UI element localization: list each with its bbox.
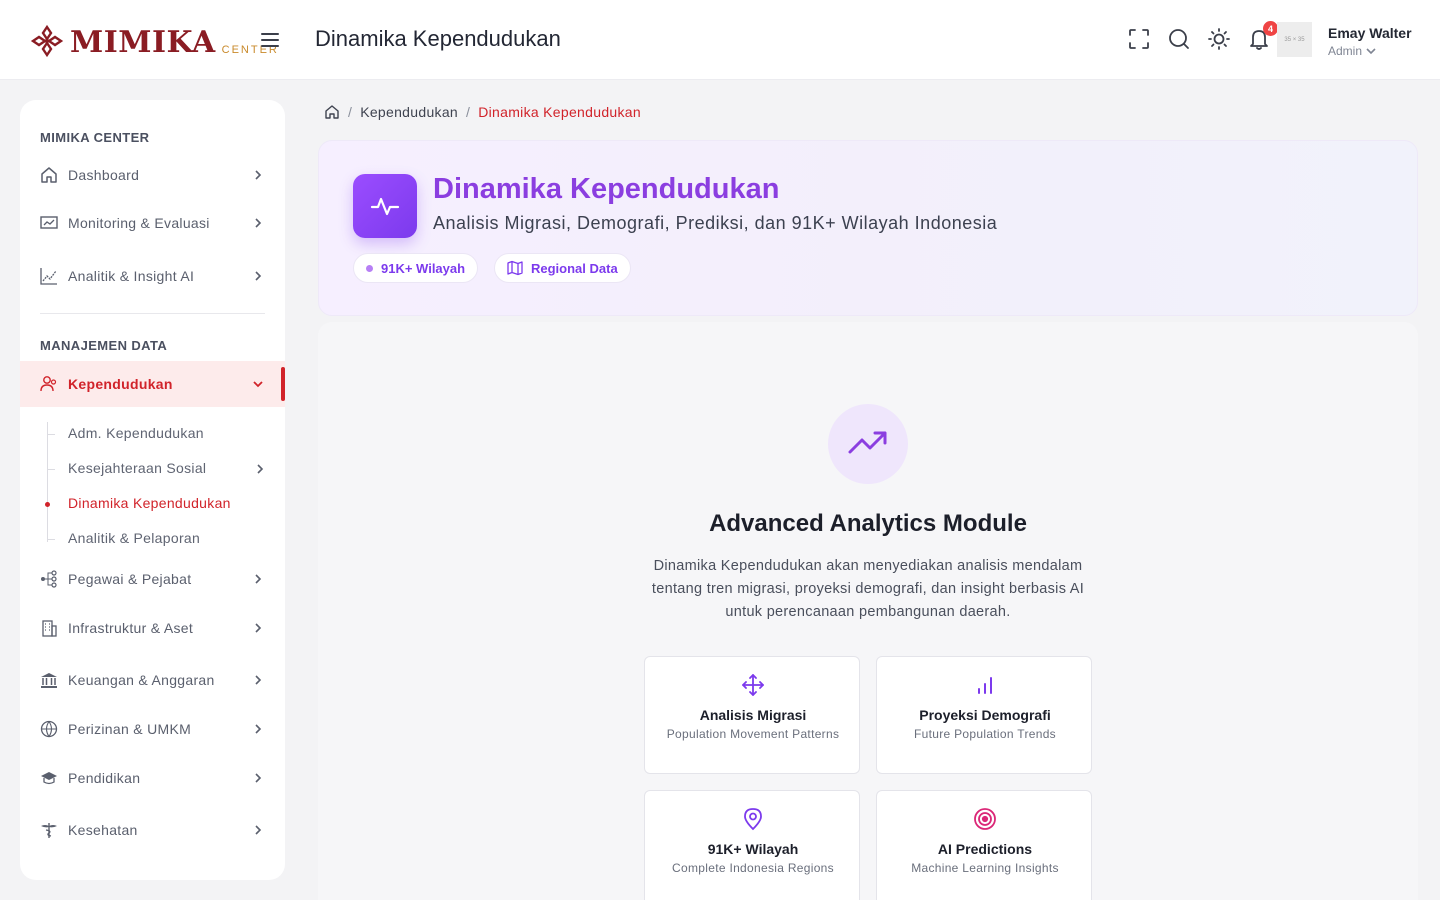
target-icon xyxy=(974,808,996,830)
map-icon xyxy=(507,260,523,276)
user-menu[interactable]: Emay Walter Admin xyxy=(1328,25,1412,58)
chevron-right-icon xyxy=(255,773,262,783)
chevron-down-icon xyxy=(1366,48,1376,55)
sidebar-item-pendidikan[interactable]: Pendidikan xyxy=(20,755,285,801)
submenu-tree-line xyxy=(47,422,48,542)
map-pin-icon xyxy=(744,808,762,831)
chevron-right-icon xyxy=(255,623,262,633)
line-chart-icon xyxy=(40,268,57,285)
monitor-chart-icon xyxy=(40,216,58,229)
sidebar-item-kesehatan[interactable]: Kesehatan xyxy=(20,807,285,853)
avatar[interactable]: 35 × 35 xyxy=(1277,22,1312,57)
sidebar-item-perizinan[interactable]: Perizinan & UMKM xyxy=(20,706,285,752)
feature-title: Proyeksi Demografi xyxy=(919,707,1051,723)
org-tree-icon xyxy=(41,570,57,588)
theme-sun-icon[interactable] xyxy=(1208,27,1230,51)
pill-dot xyxy=(366,264,373,272)
pill-regional-data: Regional Data xyxy=(494,253,631,283)
top-header: MIMIKA CENTER Dinamika Kependudukan 4 35… xyxy=(0,0,1440,80)
submenu-item-adm-kependudukan[interactable]: Adm. Kependudukan xyxy=(68,425,204,441)
sidebar: MIMIKA CENTER Dashboard Monitoring & Eva… xyxy=(20,100,285,880)
breadcrumb-separator: / xyxy=(348,104,353,120)
chevron-right-icon xyxy=(257,464,264,474)
home-icon xyxy=(41,167,57,183)
breadcrumb-separator: / xyxy=(466,104,471,120)
pill-wilayah: 91K+ Wilayah xyxy=(353,253,479,283)
feature-subtitle: Future Population Trends xyxy=(914,727,1056,741)
logo-text: MIMIKA xyxy=(70,25,216,60)
hero-activity-icon xyxy=(353,174,417,238)
hamburger-menu-icon[interactable] xyxy=(260,30,280,50)
bar-chart-icon xyxy=(978,677,992,694)
building-icon xyxy=(42,620,57,637)
submenu-tick xyxy=(47,434,55,435)
active-submenu-dot xyxy=(45,502,50,507)
section-title-mimika-center: MIMIKA CENTER xyxy=(40,130,150,145)
chevron-right-icon xyxy=(255,271,262,281)
notification-button[interactable]: 4 xyxy=(1248,21,1278,51)
bank-icon xyxy=(41,673,57,688)
sidebar-item-keuangan[interactable]: Keuangan & Anggaran xyxy=(20,657,285,703)
feature-card-wilayah[interactable]: 91K+ Wilayah Complete Indonesia Regions xyxy=(644,790,860,900)
feature-subtitle: Population Movement Patterns xyxy=(666,727,840,741)
chevron-right-icon xyxy=(255,574,262,584)
chevron-right-icon xyxy=(255,724,262,734)
user-name: Emay Walter xyxy=(1328,25,1412,41)
search-icon[interactable] xyxy=(1168,27,1190,51)
caduceus-icon xyxy=(41,823,57,838)
feature-card-analisis-migrasi[interactable]: Analisis Migrasi Population Movement Pat… xyxy=(644,656,860,774)
feature-title: 91K+ Wilayah xyxy=(707,841,799,857)
hero-title: Dinamika Kependudukan xyxy=(433,173,780,205)
hero-subtitle: Analisis Migrasi, Demografi, Prediksi, d… xyxy=(433,213,998,233)
feature-subtitle: Complete Indonesia Regions xyxy=(672,861,834,875)
mimika-logo[interactable]: MIMIKA CENTER xyxy=(30,22,279,58)
sidebar-item-analitik-insight[interactable]: Analitik & Insight AI xyxy=(20,253,285,299)
fullscreen-icon[interactable] xyxy=(1128,27,1150,51)
module-title: Advanced Analytics Module xyxy=(709,510,1027,537)
sidebar-item-dashboard[interactable]: Dashboard xyxy=(20,152,285,198)
section-title-manajemen-data: MANAJEMEN DATA xyxy=(40,338,168,353)
trending-up-icon xyxy=(828,404,908,484)
logo-ornament-icon xyxy=(30,24,64,58)
page-title: Dinamika Kependudukan xyxy=(315,26,561,51)
hero-banner: Dinamika Kependudukan Analisis Migrasi, … xyxy=(318,140,1418,316)
sidebar-item-monitoring[interactable]: Monitoring & Evaluasi xyxy=(20,200,285,246)
breadcrumb-current: Dinamika Kependudukan xyxy=(478,104,641,120)
breadcrumb: / Kependudukan / Dinamika Kependudukan xyxy=(324,104,641,120)
globe-icon xyxy=(40,720,58,738)
home-icon[interactable] xyxy=(324,104,340,120)
breadcrumb-parent[interactable]: Kependudukan xyxy=(360,104,458,120)
feature-card-proyeksi-demografi[interactable]: Proyeksi Demografi Future Population Tre… xyxy=(876,656,1092,774)
user-role: Admin xyxy=(1328,44,1412,58)
feature-title: Analisis Migrasi xyxy=(699,707,807,723)
users-icon xyxy=(40,376,57,392)
chevron-right-icon xyxy=(255,675,262,685)
sidebar-divider xyxy=(40,313,265,314)
chevron-right-icon xyxy=(255,170,262,180)
submenu-item-dinamika-kependudukan[interactable]: Dinamika Kependudukan xyxy=(68,495,231,511)
submenu-tick xyxy=(47,469,55,470)
sidebar-item-kependudukan[interactable]: Kependudukan xyxy=(20,361,285,407)
sidebar-item-pegawai[interactable]: Pegawai & Pejabat xyxy=(20,556,285,602)
submenu-item-kesejahteraan-sosial[interactable]: Kesejahteraan Sosial xyxy=(68,460,206,476)
submenu-item-analitik-pelaporan[interactable]: Analitik & Pelaporan xyxy=(68,530,200,546)
module-description: Dinamika Kependudukan akan menyediakan a… xyxy=(651,558,1085,620)
feature-subtitle: Machine Learning Insights xyxy=(911,861,1059,875)
chevron-right-icon xyxy=(255,218,262,228)
feature-card-ai-predictions[interactable]: AI Predictions Machine Learning Insights xyxy=(876,790,1092,900)
submenu-tick xyxy=(47,539,55,540)
main-content-panel: Advanced Analytics Module Dinamika Kepen… xyxy=(318,322,1418,900)
chevron-down-icon xyxy=(253,381,263,388)
feature-title: AI Predictions xyxy=(937,841,1033,857)
graduation-cap-icon xyxy=(41,772,57,785)
move-arrows-icon xyxy=(742,674,764,696)
header-actions: 4 xyxy=(1128,21,1278,51)
chevron-right-icon xyxy=(255,825,262,835)
sidebar-item-infrastruktur[interactable]: Infrastruktur & Aset xyxy=(20,605,285,651)
notification-badge: 4 xyxy=(1263,21,1278,36)
